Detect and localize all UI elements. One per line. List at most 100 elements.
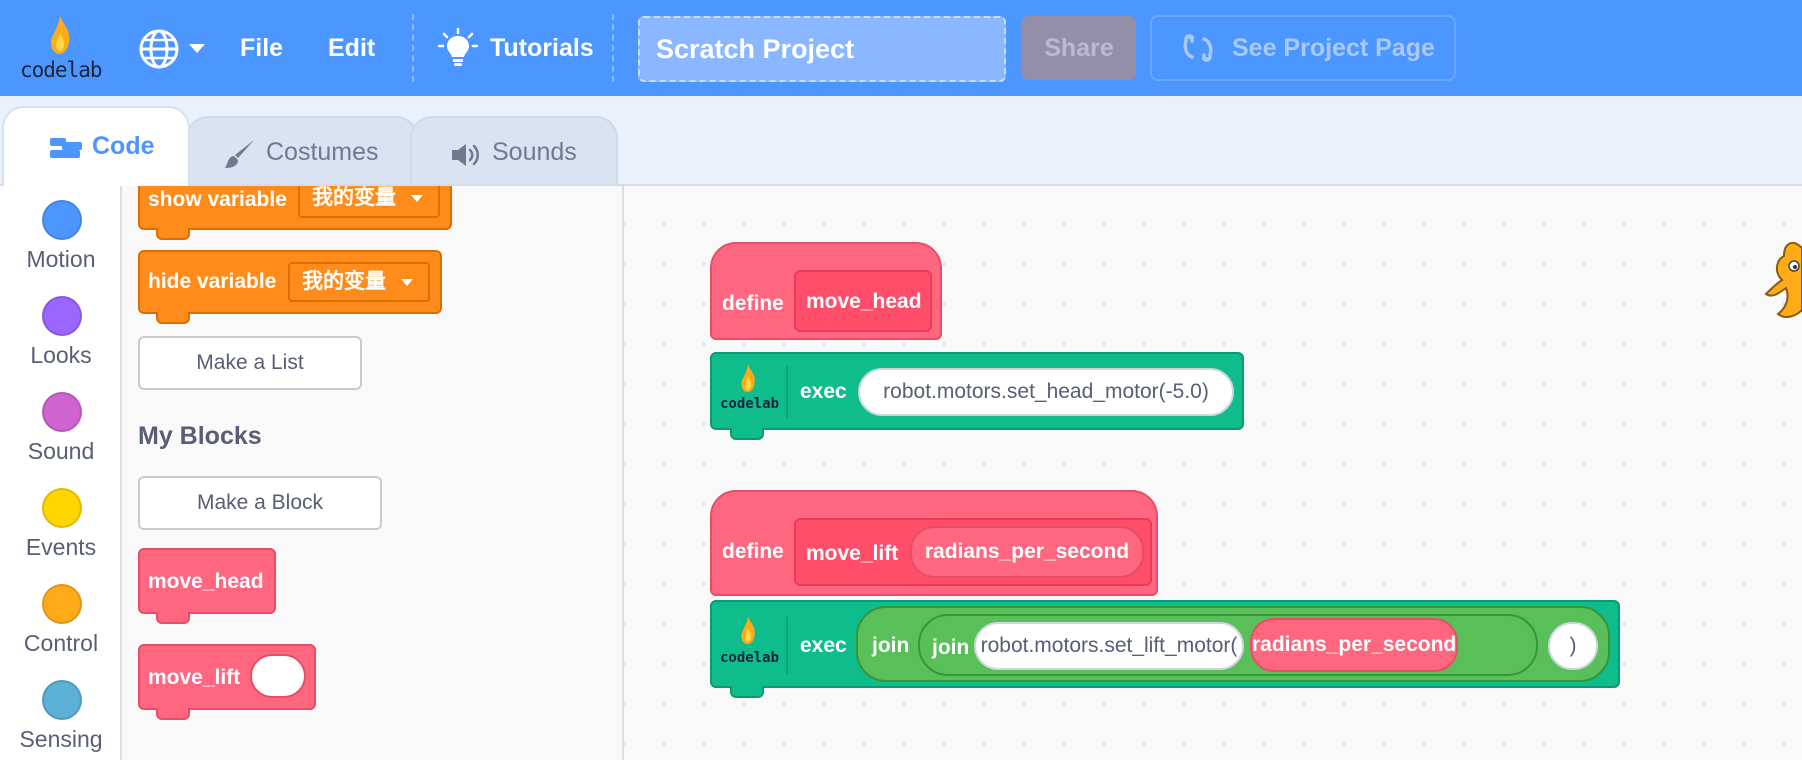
- exec-join-block[interactable]: codelab exec join join robot.motors.set_…: [710, 600, 1620, 688]
- lightbulb-icon: [438, 28, 478, 66]
- logo-text: codelab: [20, 58, 103, 82]
- exec-label: exec: [800, 634, 847, 657]
- define-move-head-hat[interactable]: define move_head: [710, 242, 942, 340]
- radians-per-second-reporter[interactable]: radians_per_second: [1250, 618, 1458, 672]
- flame-icon: [51, 16, 70, 54]
- move-lift-prototype[interactable]: move_lift radians_per_second: [794, 518, 1152, 586]
- make-block-button[interactable]: Make a Block: [138, 476, 382, 530]
- variable-name: 我的变量: [302, 270, 386, 293]
- block-notch: [156, 612, 190, 624]
- code-icon: [50, 138, 82, 158]
- menu-divider: [612, 14, 614, 82]
- category-label: Looks: [30, 342, 92, 368]
- block-divider: [786, 366, 788, 418]
- move-lift-label: move_lift: [148, 666, 241, 689]
- block-notch: [156, 312, 190, 324]
- mini-logo-text: codelab: [720, 650, 780, 666]
- motion-color-dot: [42, 200, 82, 240]
- show-variable-block[interactable]: show variable 我的变量: [138, 186, 452, 230]
- category-sound[interactable]: Sound: [0, 392, 122, 482]
- category-label: Motion: [26, 246, 96, 272]
- mini-logo-text: codelab: [720, 396, 780, 412]
- join-label: join: [872, 634, 910, 657]
- define-label: define: [722, 292, 784, 315]
- tab-sounds[interactable]: Sounds: [410, 116, 618, 184]
- category-label: Sensing: [19, 726, 103, 752]
- move-lift-label: move_lift: [806, 542, 899, 565]
- codelab-logo[interactable]: codelab: [20, 14, 103, 82]
- move-lift-block[interactable]: move_lift: [138, 644, 316, 710]
- language-menu[interactable]: [138, 28, 210, 69]
- move-head-label: move_head: [148, 570, 264, 593]
- chevron-down-icon: [189, 44, 205, 53]
- sound-color-dot: [42, 392, 82, 432]
- block-notch: [156, 228, 190, 240]
- share-button[interactable]: Share: [1022, 16, 1136, 80]
- join-outer-reporter[interactable]: join join robot.motors.set_lift_motor( r…: [856, 606, 1610, 682]
- join-label: join: [932, 636, 970, 659]
- globe-icon: [139, 29, 179, 69]
- control-color-dot: [42, 584, 82, 624]
- see-project-page-label: See Project Page: [1232, 34, 1435, 62]
- speaker-icon: [452, 144, 479, 166]
- tab-costumes-label: Costumes: [266, 138, 379, 166]
- sensing-color-dot: [42, 680, 82, 720]
- codelab-mini-logo: codelab: [720, 616, 780, 672]
- move-head-prototype[interactable]: move_head: [794, 270, 932, 332]
- exec-block[interactable]: codelab exec robot.motors.set_head_motor…: [710, 352, 1244, 430]
- menu-divider: [412, 14, 414, 82]
- tab-sounds-label: Sounds: [492, 138, 577, 166]
- category-menu: Motion Looks Sound Events Control Sensin…: [0, 184, 122, 760]
- move-head-label: move_head: [806, 290, 922, 313]
- hide-variable-label: hide variable: [148, 270, 277, 293]
- tab-code[interactable]: Code: [2, 106, 190, 186]
- hide-variable-block[interactable]: hide variable 我的变量: [138, 250, 442, 314]
- join-inner-reporter[interactable]: join robot.motors.set_lift_motor( radian…: [918, 614, 1538, 676]
- flame-icon: [741, 616, 755, 645]
- define-label: define: [722, 540, 784, 563]
- looks-color-dot: [42, 296, 82, 336]
- make-list-button[interactable]: Make a List: [138, 336, 362, 390]
- see-project-page-button[interactable]: See Project Page: [1150, 15, 1456, 81]
- close-paren-input[interactable]: ): [1548, 622, 1598, 670]
- category-label: Control: [23, 630, 99, 656]
- move-head-block[interactable]: move_head: [138, 548, 276, 614]
- category-looks[interactable]: Looks: [0, 296, 122, 386]
- radians-per-second-param[interactable]: radians_per_second: [910, 526, 1144, 578]
- tab-costumes[interactable]: Costumes: [186, 116, 418, 184]
- block-notch: [156, 708, 190, 720]
- block-notch: [730, 428, 764, 440]
- variable-dropdown[interactable]: 我的变量: [298, 186, 440, 218]
- define-move-lift-hat[interactable]: define move_lift radians_per_second: [710, 490, 1158, 596]
- variable-dropdown[interactable]: 我的变量: [288, 262, 430, 302]
- show-variable-label: show variable: [148, 188, 287, 211]
- variable-name: 我的变量: [312, 186, 396, 209]
- edit-menu[interactable]: Edit: [328, 0, 375, 96]
- block-palette: show variable 我的变量 hide variable 我的变量 Ma…: [122, 184, 624, 760]
- category-sensing[interactable]: Sensing: [0, 680, 122, 760]
- head-motor-code-input[interactable]: robot.motors.set_head_motor(-5.0): [858, 368, 1234, 416]
- category-control[interactable]: Control: [0, 584, 122, 674]
- script-area[interactable]: define move_head codelab exec robot.moto…: [624, 184, 1802, 760]
- tab-code-label: Code: [92, 132, 155, 160]
- dropdown-arrow-icon: [401, 279, 413, 286]
- events-color-dot: [42, 488, 82, 528]
- tutorials-menu[interactable]: Tutorials: [490, 0, 594, 96]
- project-title-input[interactable]: Scratch Project: [638, 16, 1006, 82]
- category-motion[interactable]: Motion: [0, 200, 122, 290]
- category-events[interactable]: Events: [0, 488, 122, 578]
- category-label: Events: [25, 534, 97, 560]
- codelab-mini-logo: codelab: [720, 364, 780, 420]
- parameter-slot[interactable]: [250, 654, 306, 698]
- sprite-cat-icon[interactable]: [1756, 228, 1802, 328]
- lift-motor-code-input[interactable]: robot.motors.set_lift_motor(: [974, 622, 1244, 670]
- category-label: Sound: [27, 438, 95, 464]
- my-blocks-title: My Blocks: [138, 422, 262, 450]
- block-notch: [730, 686, 764, 698]
- remix-arrows-icon: [1183, 34, 1213, 62]
- brush-icon: [225, 140, 254, 168]
- block-divider: [786, 616, 788, 674]
- exec-label: exec: [800, 380, 847, 403]
- menu-bar: codelab File Edit Tutorials Scratch Proj…: [0, 0, 1802, 96]
- file-menu[interactable]: File: [240, 0, 283, 96]
